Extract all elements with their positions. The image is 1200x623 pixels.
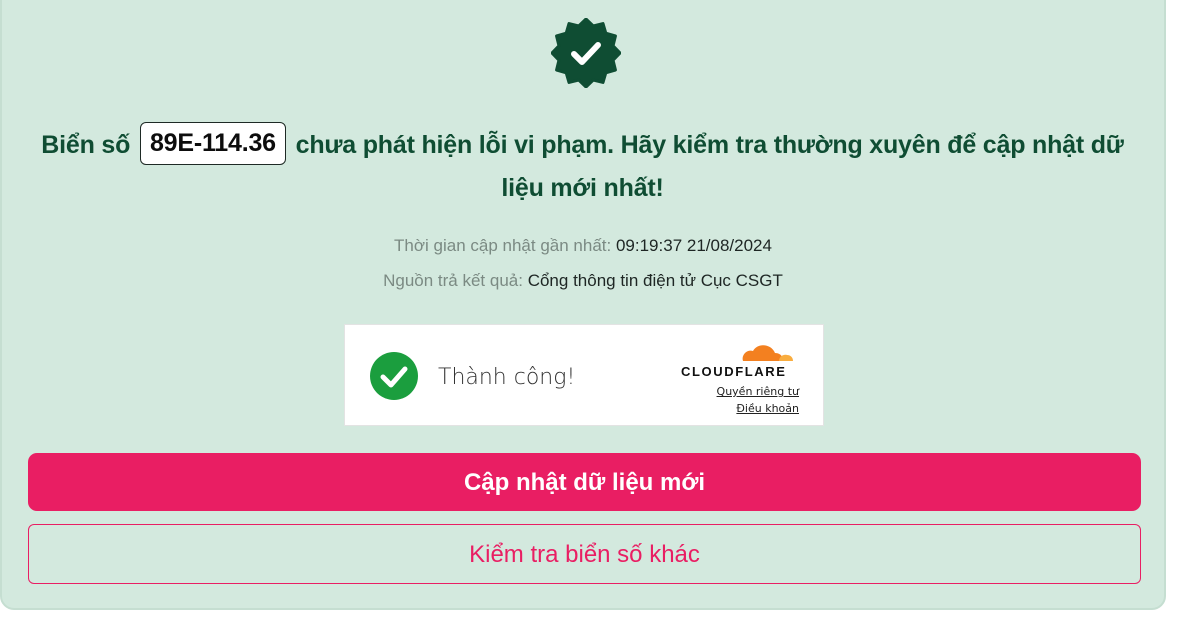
- check-other-plate-button[interactable]: Kiểm tra biển số khác: [28, 524, 1141, 584]
- update-time-value: 09:19:37 21/08/2024: [615, 236, 772, 255]
- refresh-data-button[interactable]: Cập nhật dữ liệu mới: [28, 453, 1141, 511]
- result-headline: Biển số 89E-114.36 chưa phát hiện lỗi vi…: [20, 122, 1145, 208]
- captcha-status: Thành công!: [438, 365, 576, 390]
- result-card: [0, 0, 1166, 610]
- plate-number: 89E-114.36: [139, 122, 286, 165]
- source-label: Nguồn trả kết quả:: [383, 271, 523, 290]
- plate-prefix: Biển số: [41, 131, 131, 160]
- update-time-line: Thời gian cập nhật gần nhất: 09:19:37 21…: [0, 236, 1166, 256]
- cloudflare-wordmark: CLOUDFLARE: [681, 364, 787, 379]
- check-circle-icon: [370, 352, 418, 400]
- source-line: Nguồn trả kết quả: Cổng thông tin điện t…: [0, 271, 1166, 291]
- update-time-label: Thời gian cập nhật gần nhất:: [394, 236, 612, 255]
- verified-badge-icon: [551, 18, 621, 88]
- privacy-link[interactable]: Quyền riêng tư: [717, 385, 799, 398]
- terms-link[interactable]: Điều khoản: [736, 402, 799, 415]
- source-value: Cổng thông tin điện tử Cục CSGT: [527, 271, 783, 290]
- cloudflare-captcha-widget: Thành công! CLOUDFLARE Quyền riêng tư Đi…: [344, 324, 824, 426]
- cloudflare-cloud-icon: [742, 345, 793, 361]
- result-message: chưa phát hiện lỗi vi phạm. Hãy kiểm tra…: [295, 131, 1124, 202]
